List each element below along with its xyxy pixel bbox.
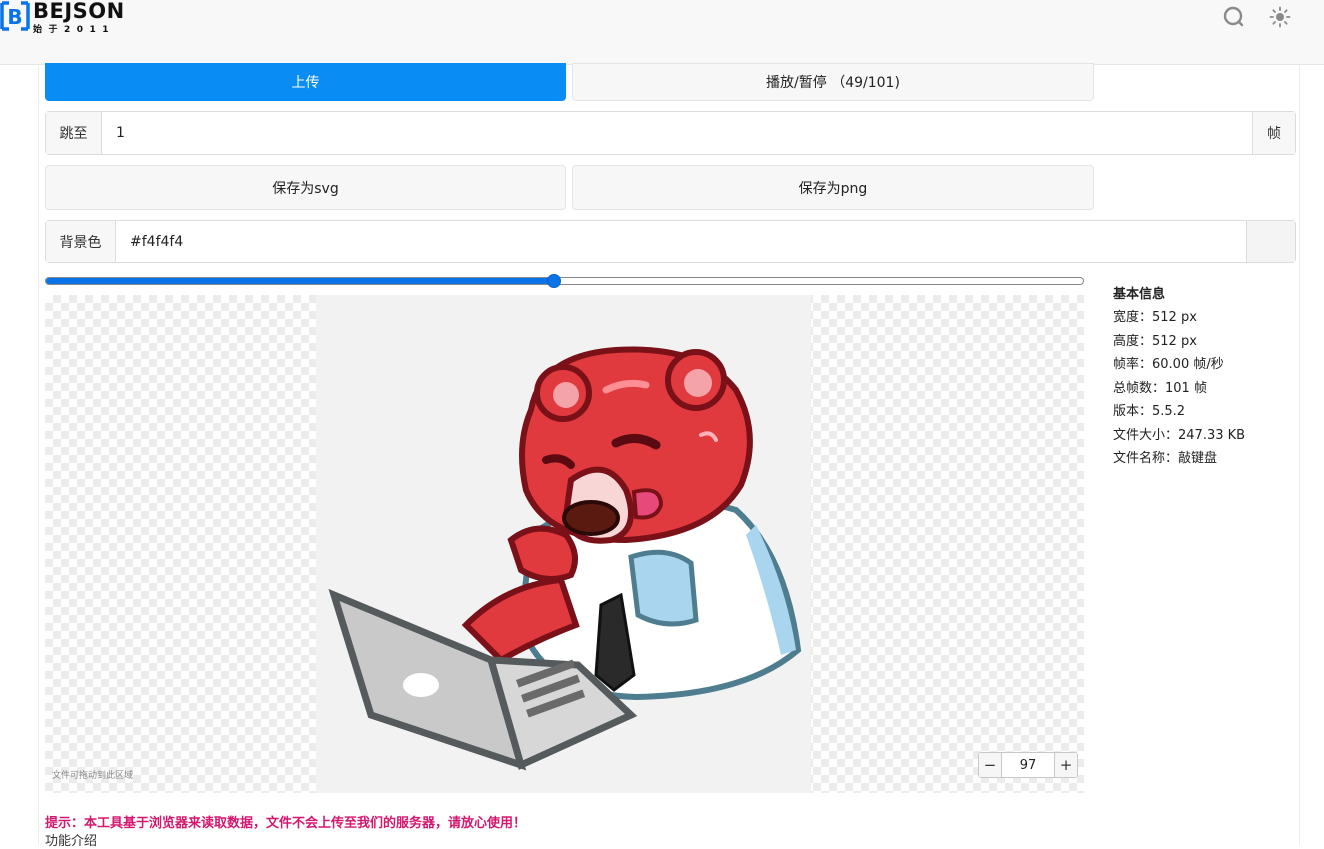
save-svg-button[interactable]: 保存为svg [45,165,566,210]
feature-intro-heading: 功能介绍 [45,834,98,849]
color-swatch[interactable] [1247,221,1295,262]
play-pause-button[interactable]: 播放/暂停 （49/101) [572,63,1094,101]
zoom-in-button[interactable]: + [1054,753,1077,777]
zoom-input[interactable] [1002,753,1054,777]
top-bar: B BEJSON 始于2011 [0,0,1324,65]
info-frame-rate: 帧率：60.00 帧/秒 [1113,357,1224,372]
basic-info-title: 基本信息 [1113,287,1166,302]
animation-canvas [316,295,811,793]
background-color-group: 背景色 [45,220,1296,263]
theme-toggle-icon[interactable] [1268,5,1292,29]
privacy-notice: 提示：本工具基于浏览器来读取数据，文件不会上传至我们的服务器，请放心使用！ [45,816,527,831]
logo-mark-letter: B [7,5,22,29]
info-file-name: 文件名称：敲键盘 [1113,451,1218,466]
search-icon[interactable] [1221,5,1245,29]
background-color-input[interactable] [115,221,1247,262]
info-total-frames: 总帧数：101 帧 [1113,380,1207,396]
frame-slider-fill [46,278,554,284]
logo-subtitle: 始于2011 [33,25,116,35]
basic-info-panel: 基本信息 宽度：512 px 高度：512 px 帧率：60.00 帧/秒 总帧… [1113,286,1303,471]
zoom-out-button[interactable]: − [979,753,1002,777]
frame-slider[interactable] [45,274,1084,288]
preview-area[interactable]: 文件可拖动到此区域 − + [45,295,1084,793]
background-color-label: 背景色 [46,221,115,262]
info-file-size: 文件大小：247.33 KB [1113,427,1246,443]
zoom-control: − + [978,752,1078,778]
info-version: 版本：5.5.2 [1113,404,1186,419]
logo-mark-icon: B [0,0,30,32]
save-png-button[interactable]: 保存为png [572,165,1094,210]
logo-title: BEJSON [33,0,125,23]
jump-frame-input[interactable] [101,112,1253,154]
bear-typing-illustration [328,346,802,771]
info-width: 宽度：512 px [1113,310,1197,325]
frame-suffix-label: 帧 [1253,112,1295,154]
frame-slider-handle[interactable] [547,274,561,288]
drop-hint-text: 文件可拖动到此区域 [52,771,134,781]
info-height: 高度：512 px [1113,333,1197,349]
site-logo[interactable]: B BEJSON 始于2011 [0,0,124,35]
upload-button[interactable]: 上传 [45,63,566,101]
jump-frame-group: 跳至 帧 [45,111,1296,155]
jump-label: 跳至 [46,112,101,154]
